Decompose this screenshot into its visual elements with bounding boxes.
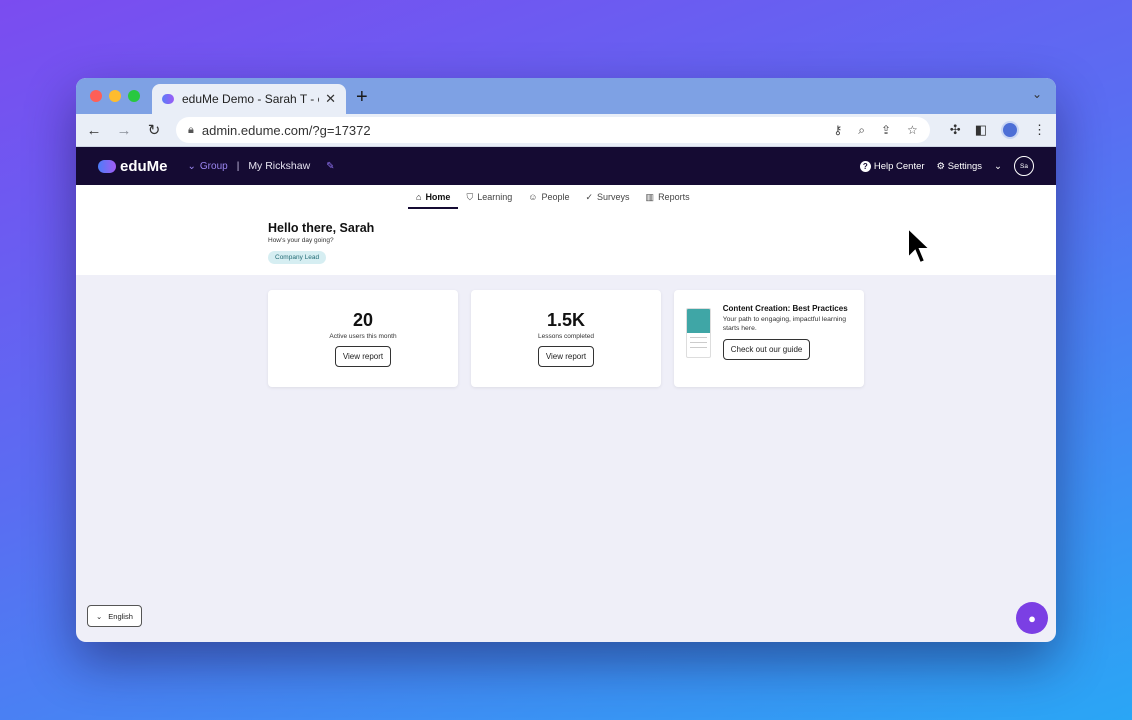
browser-toolbar: ← → ↻ 🔒︎ admin.edume.com/?g=17372 ⚷ ⌕ ⇪ …	[76, 114, 1056, 147]
tab-home[interactable]: ⌂ Home	[407, 185, 460, 209]
browser-window: eduMe Demo - Sarah T - eduM ✕ + ⌄ ← → ↻ …	[76, 78, 1056, 642]
home-icon: ⌂	[416, 192, 422, 202]
guide-title: Content Creation: Best Practices	[722, 304, 848, 313]
chevron-down-icon: ⌄	[187, 160, 196, 172]
tab-home-label: Home	[425, 192, 451, 202]
favicon-icon	[162, 94, 174, 104]
account-chevron-icon[interactable]: ⌄	[994, 161, 1002, 172]
active-users-value: 20	[352, 310, 374, 330]
dashboard-cards: 20 Active users this month View report 1…	[268, 290, 864, 387]
chat-icon: ●	[1028, 610, 1036, 626]
mouse-pointer-icon	[907, 226, 933, 265]
view-users-report-button[interactable]: View report	[334, 346, 392, 367]
greeting-subtitle: How's your day going?	[268, 237, 334, 244]
check-out-guide-button[interactable]: Check out our guide	[722, 339, 811, 360]
edume-logo[interactable]: eduMe	[98, 158, 168, 175]
chevron-down-icon: ⌄	[96, 611, 103, 621]
app-header: eduMe ⌄ Group | My Rickshaw ✎ ? Help Cent…	[76, 147, 1056, 185]
new-tab-button[interactable]: +	[356, 86, 368, 109]
maximize-window-button[interactable]	[128, 90, 140, 102]
address-bar[interactable]: 🔒︎ admin.edume.com/?g=17372 ⚷ ⌕ ⇪ ☆	[176, 117, 930, 143]
tab-search-chevron-icon[interactable]: ⌄	[1032, 87, 1042, 101]
lock-icon[interactable]: 🔒︎	[188, 124, 194, 137]
tab-title: eduMe Demo - Sarah T - eduM	[182, 92, 319, 106]
window-controls	[90, 90, 140, 102]
greeting-title: Hello there, Sarah	[268, 221, 375, 235]
browser-tab[interactable]: eduMe Demo - Sarah T - eduM ✕	[152, 84, 346, 114]
help-center-label: Help Center	[873, 160, 925, 172]
language-label: English	[108, 611, 133, 621]
chat-bubble-button[interactable]: ●	[1016, 602, 1048, 634]
group-label: Group	[199, 160, 228, 172]
active-users-label: Active users this month	[329, 333, 397, 340]
bookmark-star-icon[interactable]: ☆	[907, 123, 918, 138]
close-tab-icon[interactable]: ✕	[325, 91, 336, 107]
main-nav: ⌂ Home ⛉ Learning ☺ People ✓ Surveys ▥ Report…	[407, 185, 690, 209]
greeting: Hello there, Sarah How's your day going?…	[268, 221, 374, 264]
tab-surveys[interactable]: ✓ Surveys	[585, 185, 629, 209]
tab-learning[interactable]: ⛉ Learning	[466, 185, 512, 209]
tab-learning-label: Learning	[477, 192, 513, 202]
tab-people-label: People	[541, 192, 570, 202]
tab-strip: eduMe Demo - Sarah T - eduM ✕ + ⌄	[76, 78, 1056, 114]
edume-logo-mark-icon	[98, 159, 116, 173]
lessons-completed-label: Lessons completed	[537, 333, 594, 340]
graduation-cap-icon: ⛉	[466, 191, 474, 202]
tab-people[interactable]: ☺ People	[528, 185, 569, 209]
forward-arrow-icon[interactable]: →	[116, 122, 132, 139]
tab-reports-label: Reports	[658, 192, 690, 202]
help-center-link[interactable]: ? Help Center	[859, 160, 925, 172]
checkmark-icon: ✓	[585, 191, 594, 202]
browser-menu-icon[interactable]: ⋮	[1033, 122, 1046, 138]
settings-link[interactable]: ⚙ Settings	[937, 161, 982, 172]
tab-reports[interactable]: ▥ Reports	[646, 185, 690, 209]
close-window-button[interactable]	[90, 90, 102, 102]
person-icon: ☺	[528, 192, 538, 202]
lessons-completed-value: 1.5K	[546, 310, 586, 330]
pencil-edit-icon[interactable]: ✎	[326, 161, 334, 172]
reload-icon[interactable]: ↻	[146, 121, 162, 139]
minimize-window-button[interactable]	[109, 90, 121, 102]
role-badge: Company Lead	[268, 251, 327, 264]
settings-label: Settings	[947, 160, 983, 172]
guide-document-icon	[686, 308, 711, 358]
gear-icon: ⚙	[936, 160, 948, 172]
lessons-completed-card: 1.5K Lessons completed View report	[471, 290, 661, 387]
key-icon[interactable]: ⚷	[833, 123, 842, 138]
group-selector[interactable]: ⌄ Group | My Rickshaw ✎	[188, 160, 335, 172]
extensions-puzzle-icon[interactable]: ✣	[950, 122, 961, 138]
side-panel-icon[interactable]: ◧	[975, 122, 987, 138]
share-icon[interactable]: ⇪	[881, 123, 891, 138]
tab-surveys-label: Surveys	[597, 192, 630, 202]
active-users-card: 20 Active users this month View report	[268, 290, 458, 387]
user-avatar[interactable]: Sa	[1014, 156, 1034, 176]
help-icon: ?	[859, 160, 871, 172]
url-text[interactable]: admin.edume.com/?g=17372	[202, 123, 371, 138]
language-selector[interactable]: ⌄ English	[87, 605, 142, 627]
guide-card: Content Creation: Best Practices Your pa…	[674, 290, 864, 387]
logo-text: eduMe	[120, 157, 168, 175]
bar-chart-icon: ▥	[645, 191, 655, 202]
view-lessons-report-button[interactable]: View report	[537, 346, 595, 367]
org-name: My Rickshaw	[248, 160, 311, 172]
guide-description: Your path to engaging, impactful learnin…	[722, 316, 847, 332]
zoom-icon[interactable]: ⌕	[858, 123, 865, 138]
back-arrow-icon[interactable]: ←	[86, 122, 102, 139]
group-separator: |	[236, 160, 240, 172]
profile-avatar[interactable]	[1001, 121, 1019, 139]
